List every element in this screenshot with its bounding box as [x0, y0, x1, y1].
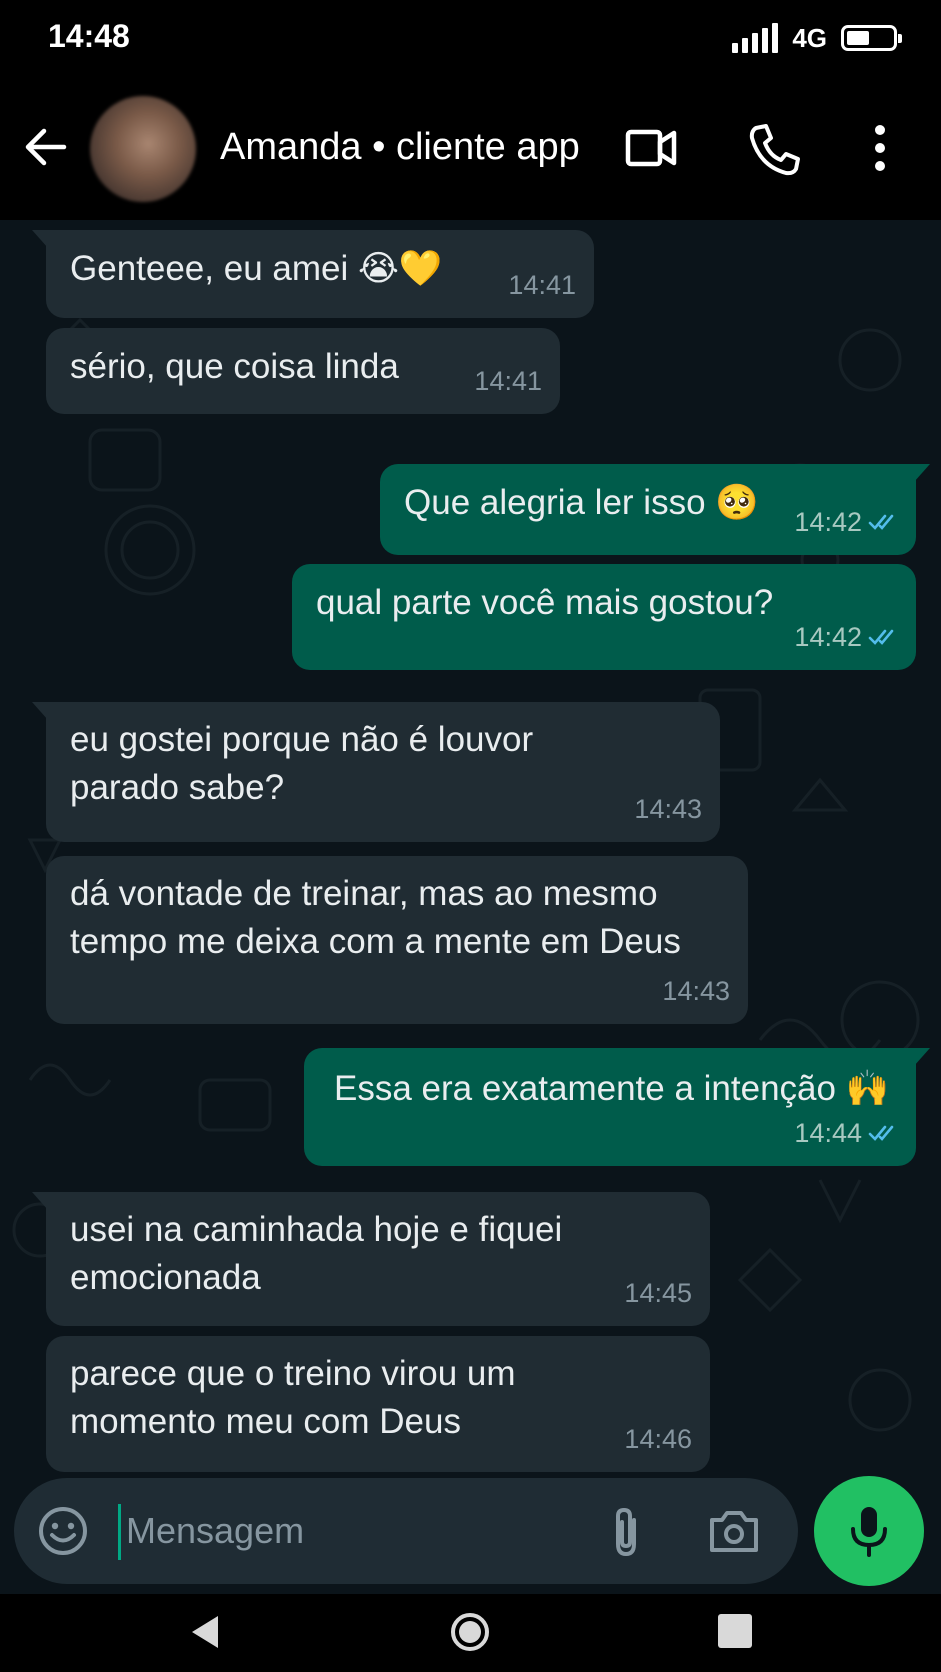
- message-composer: [14, 1478, 798, 1584]
- incoming-message[interactable]: sério, que coisa linda 14:41: [46, 328, 560, 414]
- message-text: Genteee, eu amei 😭💛: [70, 249, 443, 288]
- outgoing-message[interactable]: Essa era exatamente a intenção 🙌 14:44: [304, 1048, 930, 1166]
- bubble-tail: [914, 1048, 930, 1066]
- timestamp: 14:43: [634, 794, 702, 824]
- phone-icon[interactable]: [746, 118, 802, 178]
- message-text: Essa era exatamente a intenção 🙌: [334, 1069, 890, 1108]
- nav-home-icon[interactable]: [448, 1610, 492, 1654]
- message-line: parado sabe?: [70, 768, 285, 807]
- more-options-icon[interactable]: [852, 118, 908, 178]
- message-line: parece que o treino virou um: [70, 1354, 516, 1393]
- message-line: emocionada: [70, 1258, 261, 1297]
- message-time: 14:42: [794, 612, 898, 662]
- bubble-tail: [32, 230, 48, 248]
- message-text: usei na caminhada hoje e fiquei emociona…: [70, 1206, 562, 1302]
- timestamp: 14:45: [624, 1278, 692, 1308]
- incoming-message[interactable]: dá vontade de treinar, mas ao mesmo temp…: [46, 856, 748, 1024]
- message-time: 14:43: [662, 966, 730, 1016]
- message-line: eu gostei porque não é louvor: [70, 720, 534, 759]
- message-input[interactable]: [120, 1500, 572, 1562]
- nav-recents-icon[interactable]: [718, 1614, 752, 1648]
- message-text: parece que o treino virou um momento meu…: [70, 1350, 516, 1446]
- timestamp: 14:41: [474, 366, 542, 396]
- battery-icon: [841, 25, 902, 51]
- status-bar: 14:48 4G: [0, 0, 941, 78]
- message-time: 14:41: [474, 356, 542, 406]
- message-line: tempo me deixa com a mente em Deus: [70, 922, 681, 961]
- message-time: 14:43: [634, 784, 702, 834]
- voice-message-button[interactable]: [814, 1476, 924, 1586]
- emoji-icon[interactable]: [36, 1504, 90, 1558]
- attach-icon[interactable]: [604, 1504, 648, 1560]
- timestamp: 14:42: [794, 622, 862, 652]
- incoming-message[interactable]: usei na caminhada hoje e fiquei emociona…: [32, 1192, 710, 1326]
- status-time: 14:48: [48, 18, 130, 54]
- message-text: sério, que coisa linda: [70, 347, 399, 386]
- system-navigation-bar: [0, 1594, 941, 1672]
- network-type: 4G: [792, 22, 827, 53]
- message-line: dá vontade de treinar, mas ao mesmo: [70, 874, 658, 913]
- message-line: momento meu com Deus: [70, 1402, 461, 1441]
- message-time: 14:44: [794, 1108, 898, 1158]
- outgoing-message[interactable]: qual parte você mais gostou? 14:42: [292, 564, 916, 670]
- incoming-message[interactable]: eu gostei porque não é louvor parado sab…: [32, 702, 720, 842]
- camera-icon[interactable]: [706, 1504, 762, 1558]
- timestamp: 14:44: [794, 1118, 862, 1148]
- chat-header: Amanda • cliente app: [0, 78, 941, 220]
- bubble-tail: [914, 464, 930, 482]
- message-text: Que alegria ler isso 🥺: [404, 483, 759, 522]
- timestamp: 14:46: [624, 1424, 692, 1454]
- outgoing-message[interactable]: Que alegria ler isso 🥺 14:42: [380, 464, 930, 555]
- chat-messages-area[interactable]: Genteee, eu amei 😭💛 14:41 sério, que coi…: [0, 220, 941, 1480]
- timestamp: 14:41: [508, 270, 576, 300]
- signal-strength-icon: [732, 23, 779, 53]
- bubble-tail: [32, 702, 48, 720]
- status-indicators: 4G: [732, 20, 902, 56]
- message-line: usei na caminhada hoje e fiquei: [70, 1210, 563, 1249]
- double-check-icon: [868, 1125, 894, 1141]
- timestamp: 14:43: [662, 976, 730, 1006]
- message-text: qual parte você mais gostou?: [316, 583, 774, 622]
- nav-back-icon[interactable]: [186, 1610, 226, 1654]
- double-check-icon: [868, 629, 894, 645]
- bubble-tail: [32, 1192, 48, 1210]
- message-time: 14:46: [624, 1414, 692, 1464]
- message-time: 14:45: [624, 1268, 692, 1318]
- timestamp: 14:42: [794, 507, 862, 537]
- contact-avatar[interactable]: [90, 96, 196, 202]
- incoming-message[interactable]: parece que o treino virou um momento meu…: [46, 1336, 710, 1472]
- mic-icon: [851, 1507, 887, 1557]
- double-check-icon: [868, 514, 894, 530]
- message-time: 14:42: [794, 497, 898, 547]
- message-text: eu gostei porque não é louvor parado sab…: [70, 716, 533, 812]
- back-arrow-icon[interactable]: [20, 122, 70, 172]
- contact-name[interactable]: Amanda • cliente app: [220, 126, 580, 169]
- video-call-icon[interactable]: [624, 118, 680, 178]
- message-text: dá vontade de treinar, mas ao mesmo temp…: [70, 870, 681, 966]
- incoming-message[interactable]: Genteee, eu amei 😭💛 14:41: [32, 230, 594, 318]
- message-time: 14:41: [508, 260, 576, 310]
